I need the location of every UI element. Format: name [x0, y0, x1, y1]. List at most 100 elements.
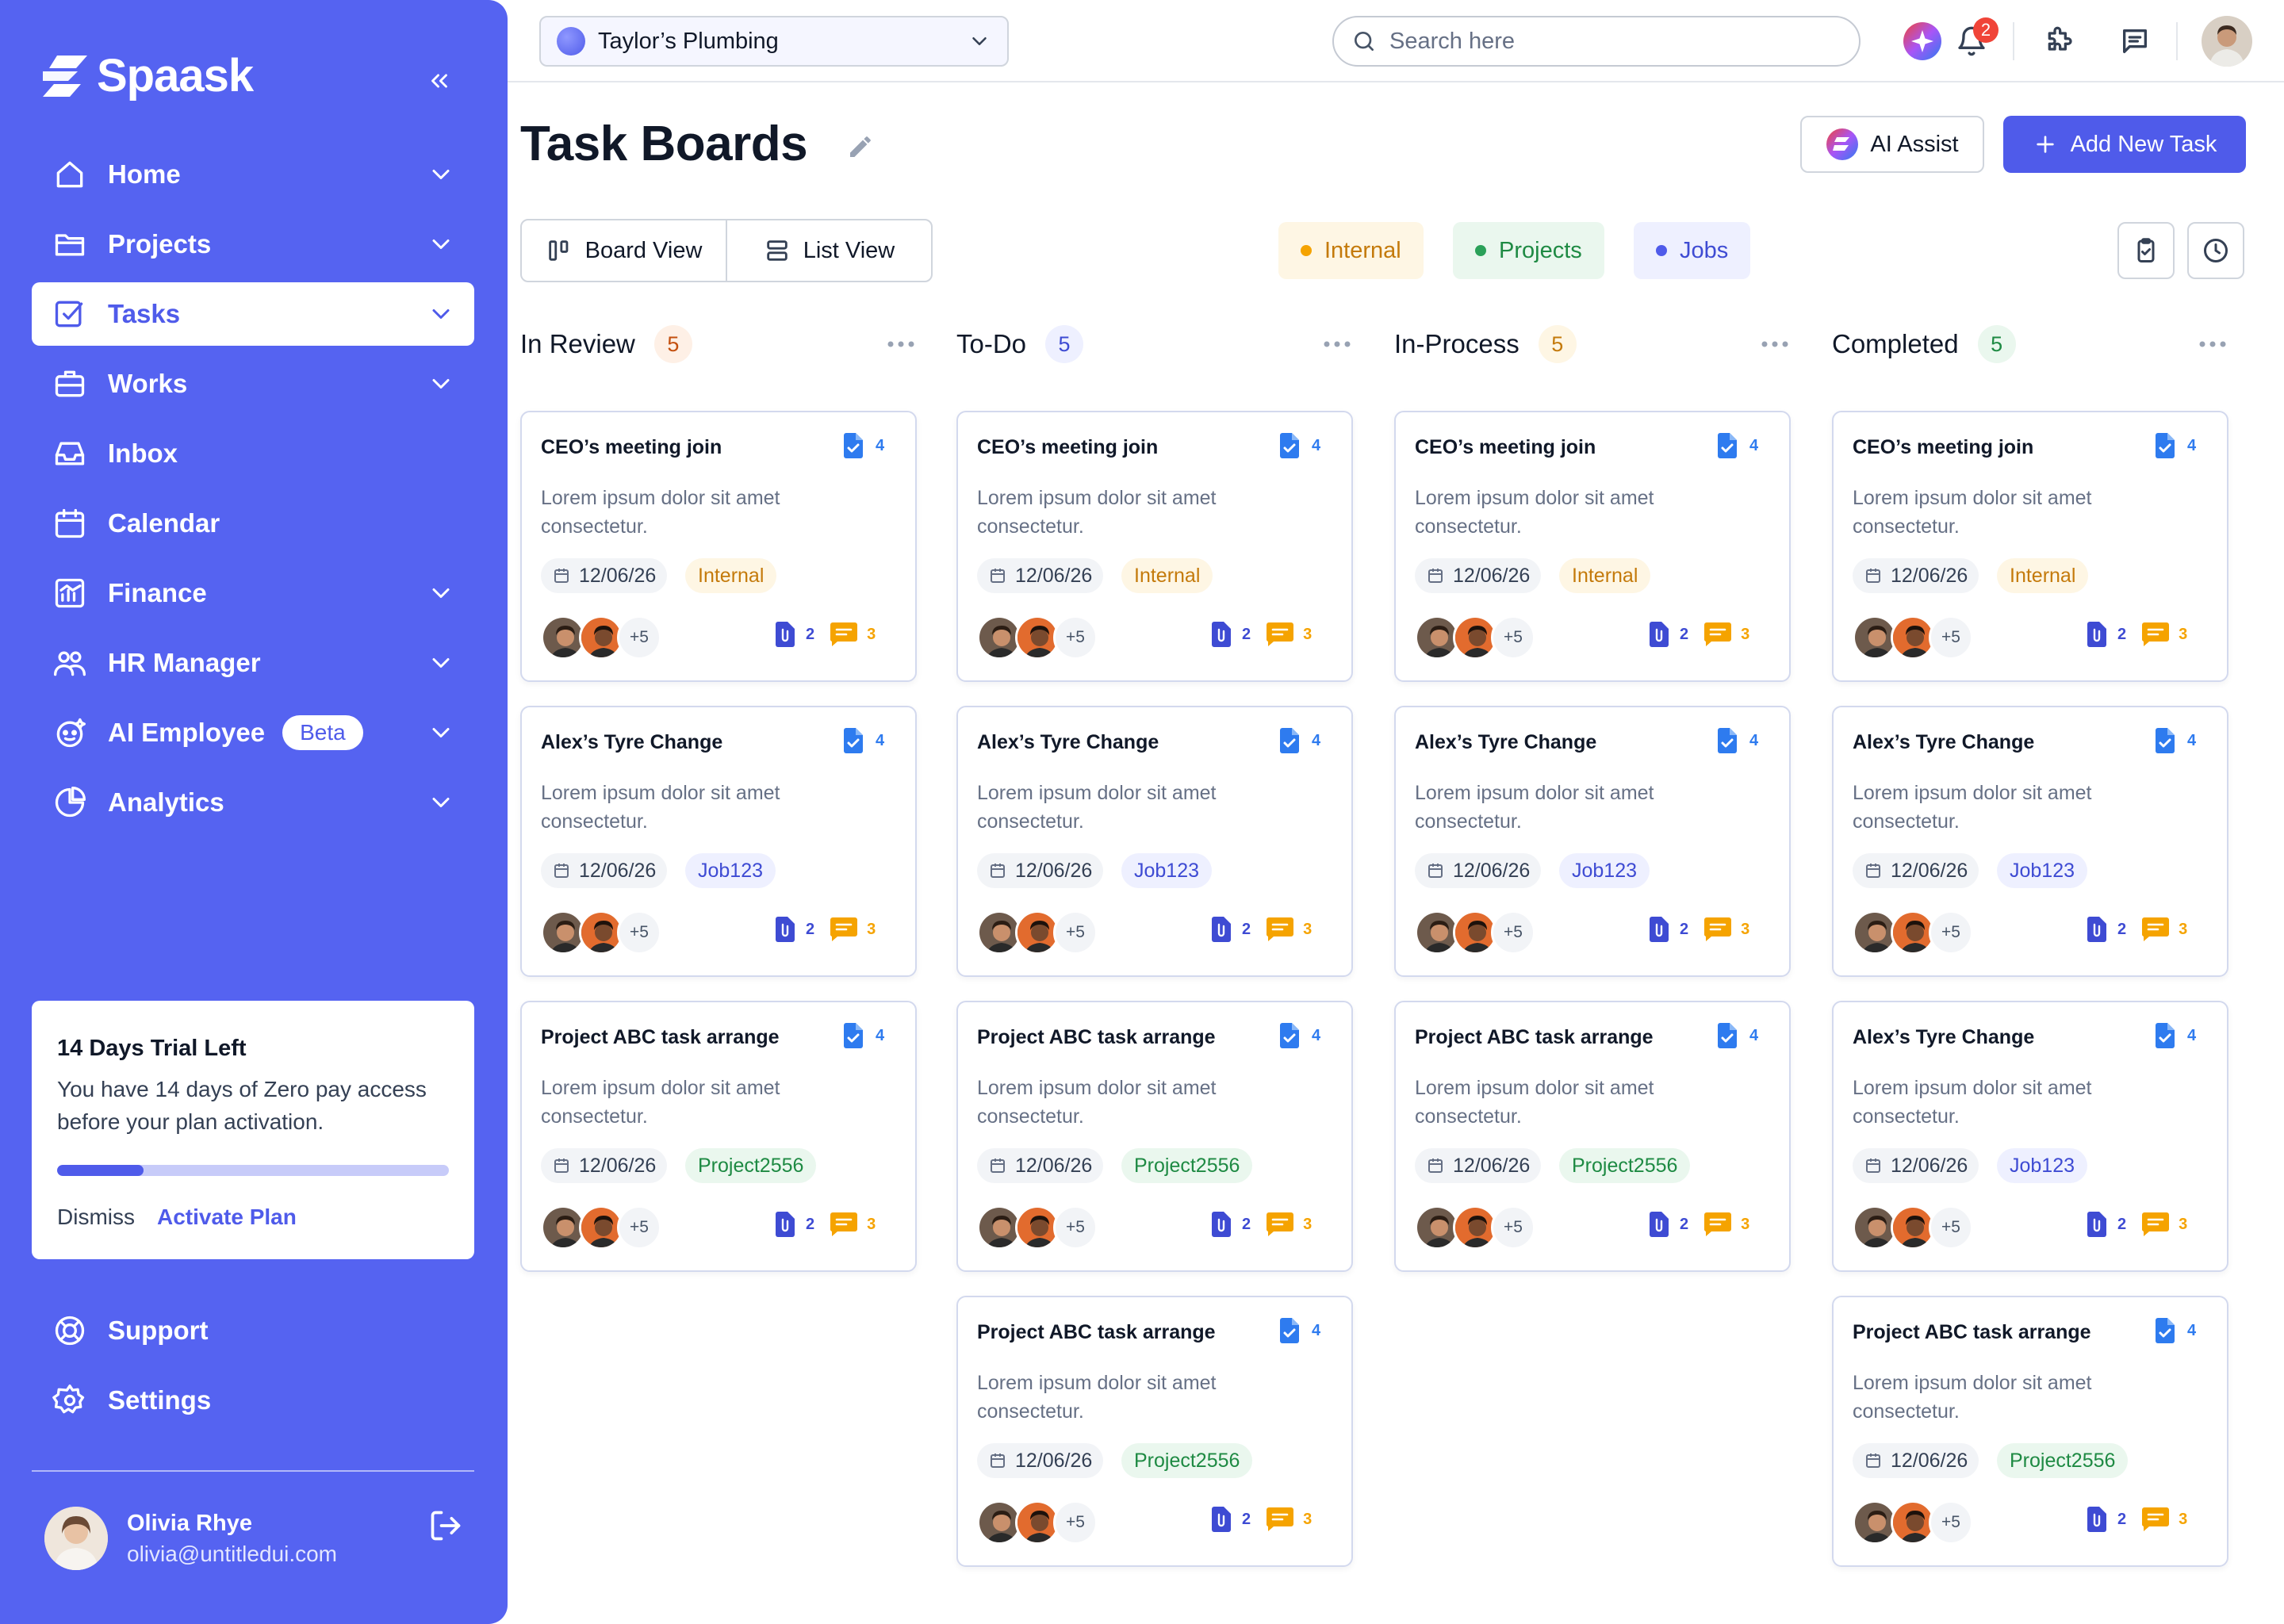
task-docs-button[interactable]: 4: [1278, 1023, 1320, 1048]
task-docs-button[interactable]: 4: [1716, 433, 1758, 458]
integrations-button[interactable]: [2038, 21, 2079, 62]
column-more-button[interactable]: [1321, 330, 1353, 358]
account-avatar[interactable]: [2202, 16, 2252, 67]
sidebar-item-ai-employee[interactable]: AI Employee Beta: [32, 701, 474, 764]
task-tag[interactable]: Project2556: [1121, 1148, 1253, 1183]
assignee-avatars[interactable]: +5: [977, 1500, 1136, 1548]
task-tag[interactable]: Job123: [1121, 853, 1213, 888]
task-docs-button[interactable]: 4: [2154, 1318, 2196, 1343]
sidebar-item-inbox[interactable]: Inbox: [32, 422, 474, 485]
task-docs-button[interactable]: 4: [2154, 728, 2196, 753]
task-card[interactable]: Alex’s Tyre Change 4 Lorem ipsum dolor s…: [1832, 1001, 2228, 1272]
column-more-button[interactable]: [2197, 330, 2228, 358]
sidebar-item-home[interactable]: Home: [32, 143, 474, 206]
task-tag[interactable]: Internal: [1997, 558, 2089, 593]
filter-projects[interactable]: Projects: [1453, 222, 1604, 279]
task-docs-button[interactable]: 4: [1716, 1023, 1758, 1048]
task-docs-button[interactable]: 4: [1278, 728, 1320, 753]
assignee-avatars[interactable]: +5: [1415, 910, 1573, 958]
assignee-avatars[interactable]: +5: [1853, 1205, 2011, 1253]
sidebar-item-works[interactable]: Works: [32, 352, 474, 416]
history-button[interactable]: [2187, 222, 2244, 279]
assignee-avatars[interactable]: +5: [541, 615, 699, 663]
column-more-button[interactable]: [1759, 330, 1791, 358]
ai-assist-button[interactable]: AI Assist: [1800, 116, 1984, 173]
assignee-avatars[interactable]: +5: [1415, 615, 1573, 663]
task-card-title: Project ABC task arrange: [1415, 1026, 1654, 1048]
sidebar-item-support[interactable]: Support: [32, 1299, 474, 1362]
calendar-icon: [1866, 1454, 1880, 1468]
comment-icon: [1704, 917, 1732, 941]
sidebar-item-settings[interactable]: Settings: [32, 1369, 474, 1432]
filter-internal[interactable]: Internal: [1278, 222, 1424, 279]
task-tag[interactable]: Job123: [1559, 853, 1650, 888]
activate-plan-button[interactable]: Activate Plan: [157, 1205, 297, 1230]
calendar-icon: [1428, 569, 1443, 583]
assignee-avatars[interactable]: +5: [977, 1205, 1136, 1253]
task-tag[interactable]: Project2556: [1997, 1443, 2129, 1478]
search-input[interactable]: [1389, 28, 1818, 55]
clipboard-button[interactable]: [2117, 222, 2175, 279]
column-more-button[interactable]: [885, 330, 917, 358]
task-docs-button[interactable]: 4: [842, 433, 884, 458]
list-view-button[interactable]: List View: [726, 220, 931, 281]
board-view-button[interactable]: Board View: [522, 220, 726, 281]
messages-button[interactable]: [2114, 21, 2156, 62]
task-card[interactable]: Alex’s Tyre Change 4 Lorem ipsum dolor s…: [956, 706, 1353, 977]
task-tag[interactable]: Job123: [1997, 853, 2088, 888]
task-docs-button[interactable]: 4: [1278, 1318, 1320, 1343]
task-docs-button[interactable]: 4: [842, 1023, 884, 1048]
task-card[interactable]: Project ABC task arrange 4 Lorem ipsum d…: [956, 1001, 1353, 1272]
assignee-avatars[interactable]: +5: [977, 910, 1136, 958]
ai-sparkle-button[interactable]: [1902, 21, 1943, 62]
sidebar-item-projects[interactable]: Projects: [32, 213, 474, 276]
assignee-avatars[interactable]: +5: [977, 615, 1136, 663]
dismiss-button[interactable]: Dismiss: [57, 1205, 135, 1230]
task-card[interactable]: CEO’s meeting join 4 Lorem ipsum dolor s…: [956, 411, 1353, 682]
sidebar-item-hr-manager[interactable]: HR Manager: [32, 631, 474, 695]
task-tag[interactable]: Internal: [685, 558, 777, 593]
task-tag[interactable]: Internal: [1559, 558, 1651, 593]
task-tag[interactable]: Project2556: [1121, 1443, 1253, 1478]
collapse-sidebar-button[interactable]: [420, 62, 458, 100]
assignee-avatars[interactable]: +5: [1853, 1500, 2011, 1548]
assignee-avatars[interactable]: +5: [541, 910, 699, 958]
brand-logo[interactable]: Spaask: [41, 49, 254, 102]
task-card[interactable]: Project ABC task arrange 4 Lorem ipsum d…: [1832, 1296, 2228, 1567]
task-tag[interactable]: Job123: [685, 853, 776, 888]
task-card[interactable]: Alex’s Tyre Change 4 Lorem ipsum dolor s…: [520, 706, 917, 977]
task-docs-button[interactable]: 4: [2154, 1023, 2196, 1048]
task-docs-button[interactable]: 4: [1716, 728, 1758, 753]
task-docs-button[interactable]: 4: [2154, 433, 2196, 458]
company-selector[interactable]: Taylor’s Plumbing: [539, 16, 1009, 67]
task-card[interactable]: Project ABC task arrange 4 Lorem ipsum d…: [1394, 1001, 1791, 1272]
assignee-avatars[interactable]: +5: [541, 1205, 699, 1253]
task-card[interactable]: Project ABC task arrange 4 Lorem ipsum d…: [520, 1001, 917, 1272]
user-profile[interactable]: Olivia Rhye olivia@untitledui.com: [44, 1507, 337, 1570]
task-tag[interactable]: Internal: [1121, 558, 1213, 593]
task-tag[interactable]: Project2556: [685, 1148, 817, 1183]
task-tag[interactable]: Project2556: [1559, 1148, 1691, 1183]
sidebar-item-finance[interactable]: Finance: [32, 561, 474, 625]
sidebar-item-analytics[interactable]: Analytics: [32, 771, 474, 834]
task-card[interactable]: CEO’s meeting join 4 Lorem ipsum dolor s…: [1394, 411, 1791, 682]
assignee-avatars[interactable]: +5: [1853, 615, 2011, 663]
sidebar-item-calendar[interactable]: Calendar: [32, 492, 474, 555]
logout-button[interactable]: [428, 1508, 463, 1543]
sidebar-item-tasks[interactable]: Tasks: [32, 282, 474, 346]
task-card[interactable]: Alex’s Tyre Change 4 Lorem ipsum dolor s…: [1832, 706, 2228, 977]
task-docs-button[interactable]: 4: [1278, 433, 1320, 458]
task-due-date-text: 12/06/26: [1015, 1154, 1093, 1177]
notifications-button[interactable]: 2: [1951, 17, 1998, 62]
task-tag[interactable]: Job123: [1997, 1148, 2088, 1183]
assignee-avatars[interactable]: +5: [1415, 1205, 1573, 1253]
edit-title-button[interactable]: [844, 125, 882, 163]
task-card[interactable]: CEO’s meeting join 4 Lorem ipsum dolor s…: [1832, 411, 2228, 682]
task-docs-button[interactable]: 4: [842, 728, 884, 753]
task-card[interactable]: CEO’s meeting join 4 Lorem ipsum dolor s…: [520, 411, 917, 682]
task-card[interactable]: Alex’s Tyre Change 4 Lorem ipsum dolor s…: [1394, 706, 1791, 977]
filter-jobs[interactable]: Jobs: [1634, 222, 1751, 279]
assignee-avatars[interactable]: +5: [1853, 910, 2011, 958]
add-new-task-button[interactable]: Add New Task: [2003, 116, 2246, 173]
task-card[interactable]: Project ABC task arrange 4 Lorem ipsum d…: [956, 1296, 1353, 1567]
